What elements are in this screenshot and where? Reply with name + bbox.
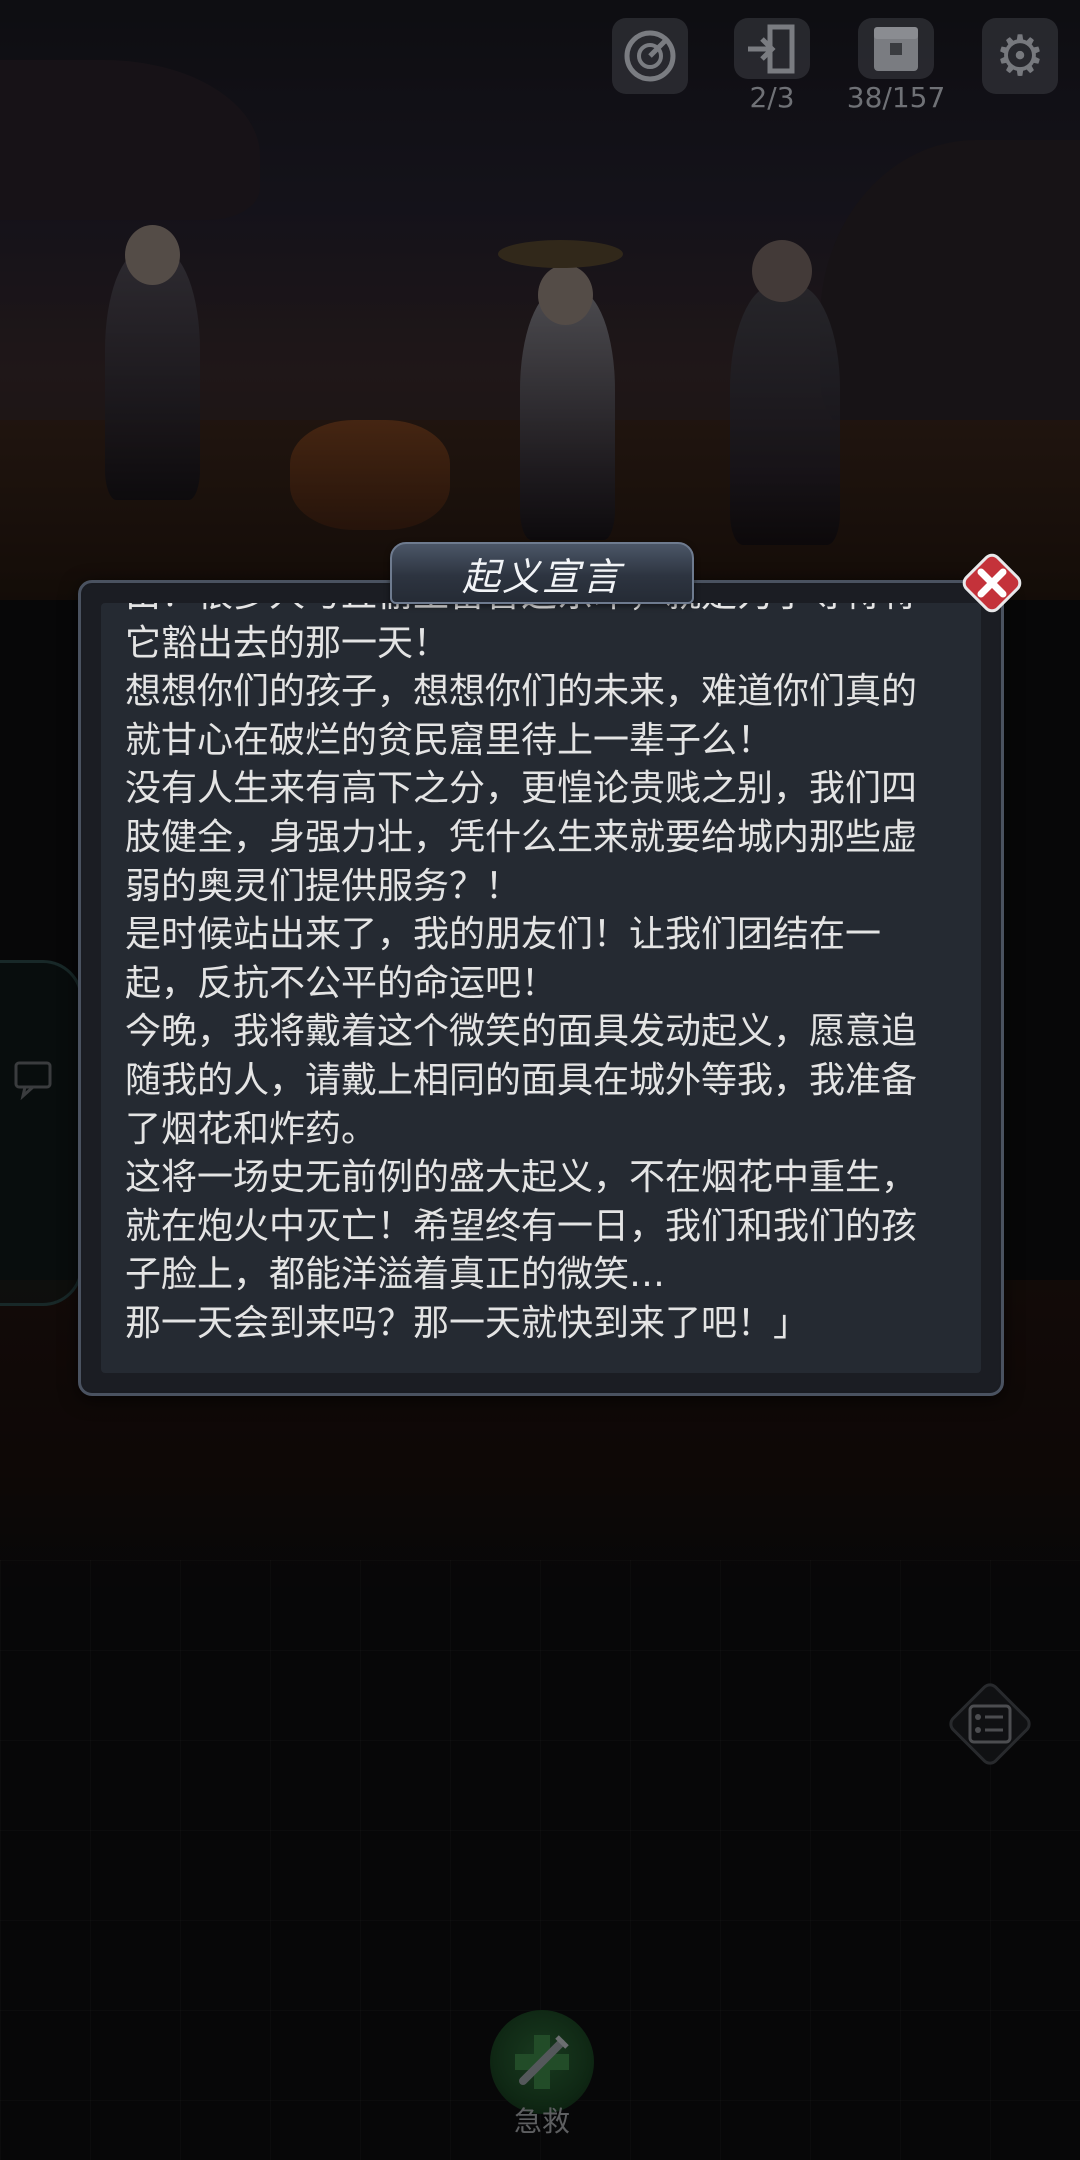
dialog-paragraph: 想想你们的孩子，想想你们的未来，难道你们真的就甘心在破烂的贫民窟里待上一辈子么！ bbox=[125, 671, 918, 761]
game-screen: 急救 2/3 38/157 ⚙ 它豁出去的那一天！ 想想你们的孩子，想想你们的未… bbox=[0, 0, 1080, 2160]
dialog-text: 由！很多人与丘偷土留音这东印，就是为了等待将它豁出去的那一天！ 想想你们的孩子，… bbox=[125, 603, 945, 1349]
close-button[interactable] bbox=[958, 549, 1026, 617]
dialog-panel: 由！很多人与丘偷土留音这东印，就是为了等待将它豁出去的那一天！ 想想你们的孩子，… bbox=[78, 580, 1004, 1396]
dialog-paragraph: 是时候站出来了，我的朋友们！让我们团结在一起，反抗不公平的命运吧！ bbox=[125, 914, 882, 1004]
storage-button[interactable]: 38/157 bbox=[846, 18, 946, 114]
storage-box-icon bbox=[858, 18, 934, 79]
storage-count: 38/157 bbox=[846, 81, 946, 114]
close-icon bbox=[962, 553, 1022, 613]
dialog-paragraph: 没有人生来有高下之分，更惶论贵贱之别，我们四肢健全，身强力壮，凭什么生来就要给城… bbox=[125, 768, 918, 907]
settings-button[interactable]: ⚙ bbox=[972, 18, 1068, 114]
dialog-paragraph: 那一天会到来吗？那一天就快到来了吧！」 bbox=[125, 1302, 810, 1344]
exit-door-icon bbox=[734, 18, 810, 79]
exit-count: 2/3 bbox=[749, 81, 795, 114]
radar-button[interactable] bbox=[602, 18, 698, 114]
dialog-title-tab: 起义宣言 bbox=[390, 542, 694, 604]
exit-button[interactable]: 2/3 bbox=[724, 18, 820, 114]
radar-icon bbox=[612, 18, 688, 94]
dialog-paragraph: 这将一场史无前例的盛大起义，不在烟花中重生，就在炮火中灭亡！希望终有一日，我们和… bbox=[125, 1157, 918, 1296]
dialog-paragraph: 今晚，我将戴着这个微笑的面具发动起义，愿意追随我的人，请戴上相同的面具在城外等我… bbox=[125, 1011, 918, 1150]
dialog-scroll-area[interactable]: 由！很多人与丘偷土留音这东印，就是为了等待将它豁出去的那一天！ 想想你们的孩子，… bbox=[101, 603, 981, 1373]
dialog-paragraph: 由！很多人与丘偷土留音这东印，就是为了等待将它豁出去的那一天！ bbox=[125, 603, 917, 664]
dialog-title: 起义宣言 bbox=[461, 554, 622, 599]
gear-icon: ⚙ bbox=[982, 18, 1058, 94]
